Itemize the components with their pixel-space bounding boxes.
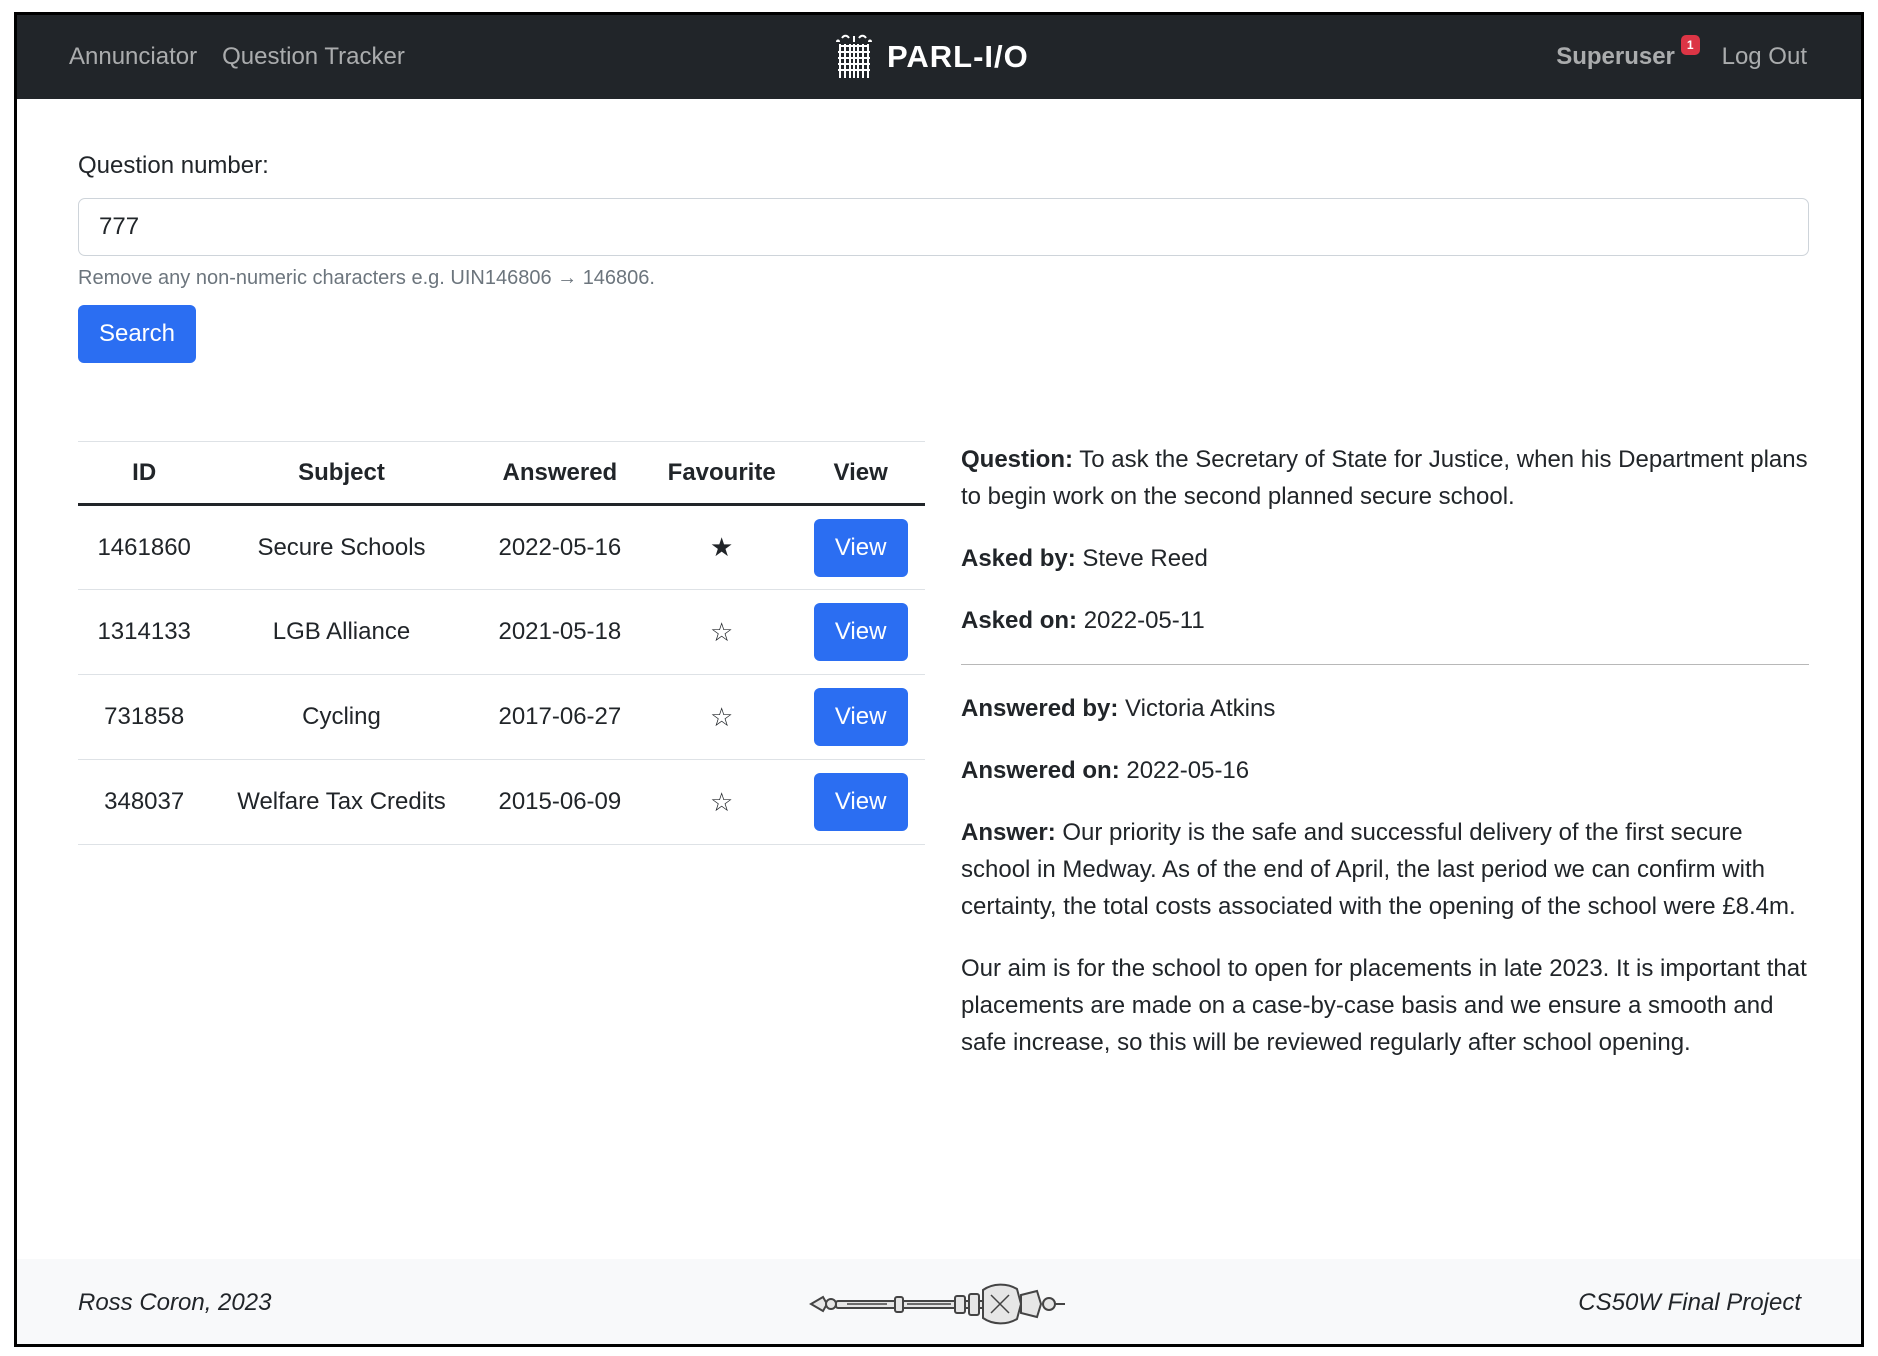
search-button[interactable]: Search <box>78 305 196 363</box>
brand-name: PARL-I/O <box>887 39 1029 74</box>
asked-by: Asked by: Steve Reed <box>961 540 1809 577</box>
answered-on-label: Answered on: <box>961 757 1120 784</box>
page-frame: Annunciator Question Tracker PARL-I/O Su… <box>14 12 1864 1347</box>
mace-icon <box>809 1283 1065 1325</box>
answered-by-label: Answered by: <box>961 695 1119 722</box>
star-outline-icon[interactable]: ☆ <box>710 702 733 732</box>
column-header-subject: Subject <box>298 458 385 486</box>
portcullis-icon <box>836 34 872 78</box>
input-help-text: Remove any non-numeric characters e.g. U… <box>78 267 655 289</box>
brand[interactable]: PARL-I/O <box>835 15 1029 99</box>
username: Superuser <box>1556 43 1675 70</box>
footer-author: Ross Coron, 2023 <box>78 1289 272 1316</box>
answer-paragraph-2: Our aim is for the school to open for pl… <box>961 955 1807 1056</box>
cell-subject: Cycling <box>302 703 381 730</box>
star-filled-icon[interactable]: ★ <box>710 532 733 562</box>
question-detail: Question: To ask the Secretary of State … <box>961 441 1809 1086</box>
answered-on: Answered on: 2022-05-16 <box>961 752 1809 789</box>
column-header-answered: Answered <box>502 458 618 486</box>
star-outline-icon[interactable]: ☆ <box>710 787 733 817</box>
question-text: Question: To ask the Secretary of State … <box>961 441 1809 515</box>
answered-by-value: Victoria Atkins <box>1125 695 1276 722</box>
asked-by-label: Asked by: <box>961 545 1076 572</box>
view-button[interactable]: View <box>813 773 908 831</box>
nav-link-question-tracker[interactable]: Question Tracker <box>222 43 405 71</box>
star-outline-icon[interactable]: ☆ <box>710 617 733 647</box>
question-number-input[interactable] <box>78 198 1809 256</box>
cell-id: 731858 <box>104 703 185 730</box>
column-header-favourite: Favourite <box>667 458 776 486</box>
view-button[interactable]: View <box>813 603 908 661</box>
cell-subject: Welfare Tax Credits <box>237 788 446 815</box>
answer-paragraph-1: Answer: Our priority is the safe and suc… <box>961 814 1809 925</box>
cell-subject: LGB Alliance <box>272 618 411 645</box>
answered-by: Answered by: Victoria Atkins <box>961 690 1809 727</box>
question-label: Question: <box>961 446 1073 473</box>
logout-link[interactable]: Log Out <box>1722 43 1807 71</box>
asked-on-label: Asked on: <box>961 607 1078 634</box>
question-number-label: Question number: <box>78 152 269 179</box>
cell-id: 348037 <box>104 788 185 815</box>
cell-subject: Secure Schools <box>257 533 426 561</box>
answer-label: Answer: <box>961 819 1056 846</box>
answer-value: Our priority is the safe and successful … <box>961 819 1796 920</box>
notification-badge: 1 <box>1680 35 1700 55</box>
view-button[interactable]: View <box>813 518 908 577</box>
question-value: To ask the Secretary of State for Justic… <box>961 446 1808 510</box>
user-menu[interactable]: Superuser 1 <box>1556 35 1700 71</box>
cell-answered: 2017-06-27 <box>498 703 622 730</box>
view-button[interactable]: View <box>813 688 908 746</box>
footer: Ross Coron, 2023 CS50W Final Project <box>17 1259 1861 1344</box>
table-row: 731858 Cycling 2017-06-27 ☆ View <box>78 675 925 760</box>
column-header-view: View <box>833 458 888 486</box>
cell-id: 1461860 <box>97 533 191 561</box>
footer-project: CS50W Final Project <box>1578 1289 1801 1316</box>
answered-on-value: 2022-05-16 <box>1126 757 1250 784</box>
table-header-row: ID Subject Answered Favourite View <box>78 441 925 505</box>
detail-divider <box>961 664 1809 665</box>
asked-by-value: Steve Reed <box>1082 545 1208 572</box>
nav-link-annunciator[interactable]: Annunciator <box>69 43 197 71</box>
column-header-id: ID <box>132 458 157 486</box>
cell-id: 1314133 <box>97 618 191 645</box>
cell-answered: 2022-05-16 <box>498 533 622 561</box>
navbar: Annunciator Question Tracker PARL-I/O Su… <box>17 15 1861 99</box>
asked-on: Asked on: 2022-05-11 <box>961 602 1809 639</box>
cell-answered: 2015-06-09 <box>498 788 622 815</box>
nav-right: Superuser 1 Log Out <box>1556 15 1807 99</box>
table-row: 1461860 Secure Schools 2022-05-16 ★ View <box>78 505 925 590</box>
table-row: 348037 Welfare Tax Credits 2015-06-09 ☆ … <box>78 760 925 845</box>
results-table: ID Subject Answered Favourite View 14618… <box>78 441 925 845</box>
asked-on-value: 2022-05-11 <box>1083 607 1205 634</box>
table-row: 1314133 LGB Alliance 2021-05-18 ☆ View <box>78 590 925 675</box>
cell-answered: 2021-05-18 <box>498 618 622 645</box>
nav-links: Annunciator Question Tracker <box>69 15 405 99</box>
